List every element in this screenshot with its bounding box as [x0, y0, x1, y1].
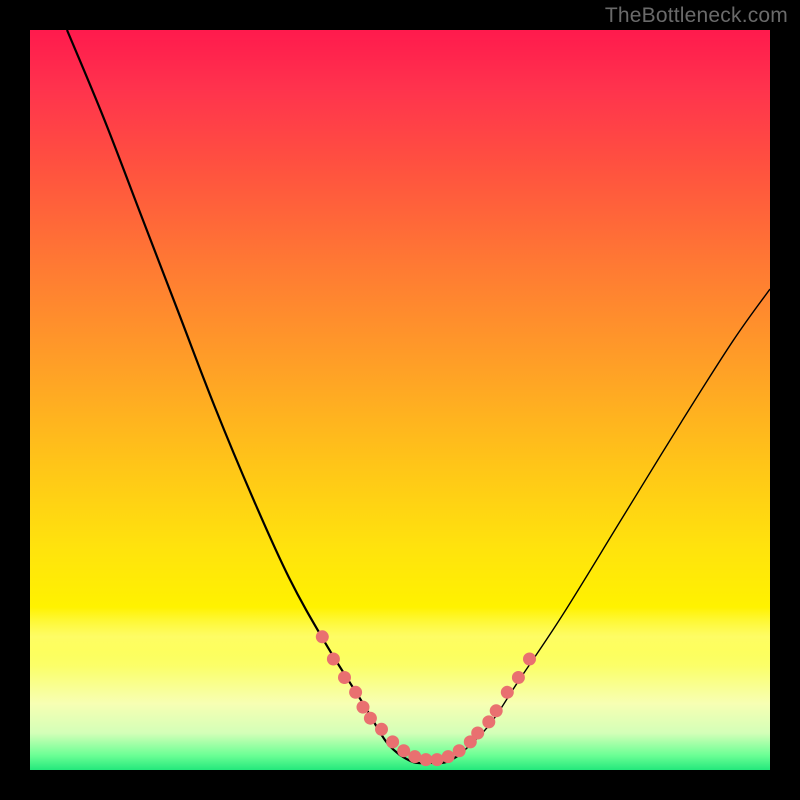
chart-svg: [30, 30, 770, 770]
data-dot: [453, 744, 466, 757]
watermark-text: TheBottleneck.com: [605, 4, 788, 28]
data-dots-group: [316, 630, 536, 766]
data-dot: [431, 753, 444, 766]
data-dot: [471, 727, 484, 740]
data-dot: [482, 715, 495, 728]
data-dot: [357, 701, 370, 714]
data-dot: [442, 750, 455, 763]
curve-group: [67, 30, 770, 763]
data-dot: [397, 744, 410, 757]
data-dot: [501, 686, 514, 699]
right-curve-path: [459, 289, 770, 755]
data-dot: [316, 630, 329, 643]
data-dot: [349, 686, 362, 699]
chart-frame: TheBottleneck.com: [0, 0, 800, 800]
data-dot: [386, 735, 399, 748]
left-curve-path: [67, 30, 400, 755]
data-dot: [364, 712, 377, 725]
data-dot: [338, 671, 351, 684]
data-dot: [408, 750, 421, 763]
data-dot: [523, 653, 536, 666]
data-dot: [419, 753, 432, 766]
plot-area: [30, 30, 770, 770]
data-dot: [490, 704, 503, 717]
data-dot: [375, 723, 388, 736]
data-dot: [327, 653, 340, 666]
data-dot: [512, 671, 525, 684]
